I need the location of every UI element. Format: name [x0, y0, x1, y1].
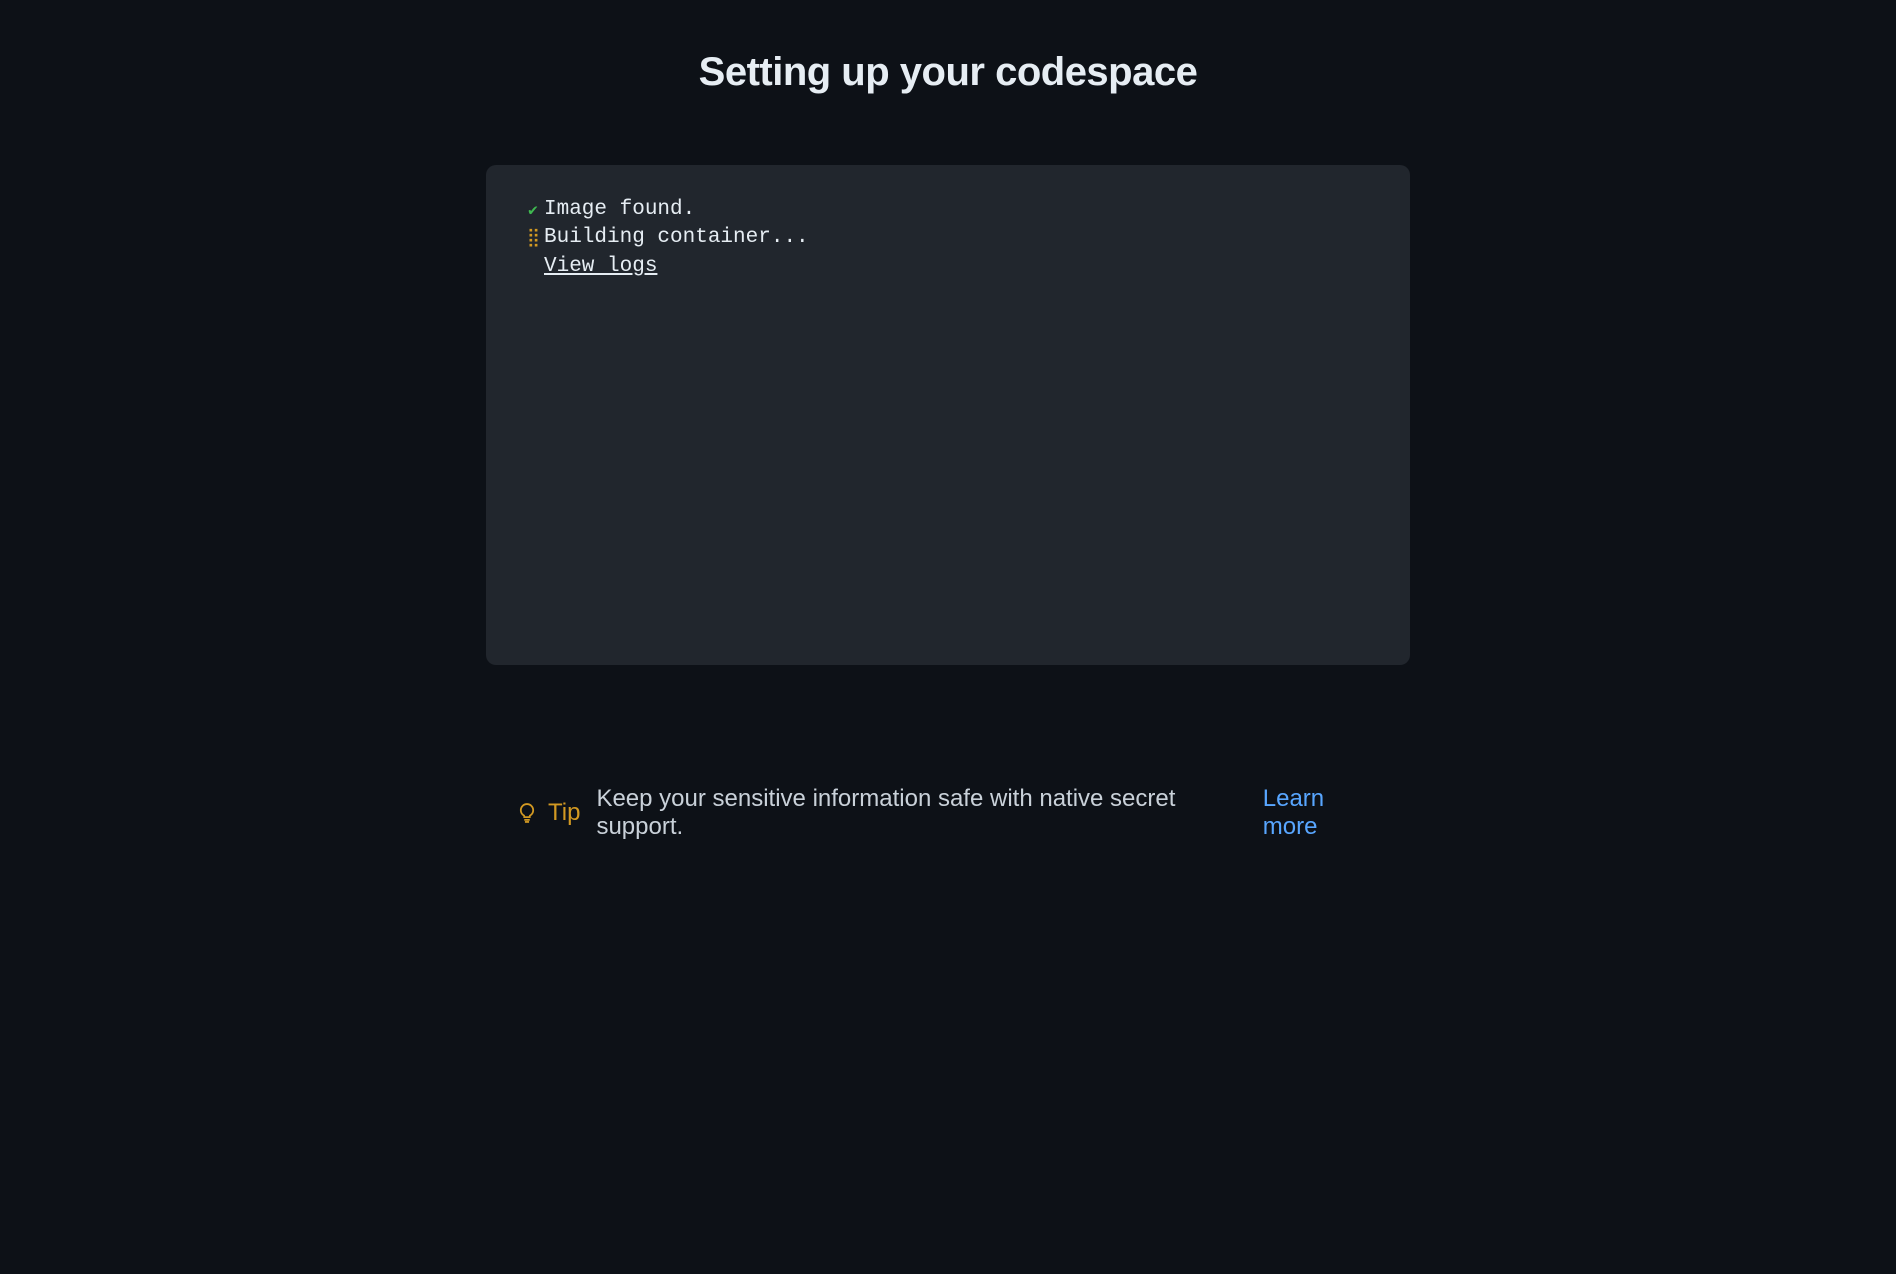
- log-row-image-found: ✔ Image found.: [522, 197, 1374, 223]
- lightbulb-icon: [516, 802, 538, 824]
- log-text: Image found.: [544, 197, 695, 223]
- log-row-view-logs: View logs: [522, 254, 1374, 280]
- tip-label: Tip: [548, 799, 580, 827]
- setup-log-terminal: ✔ Image found. ⣿ Building container... V…: [486, 165, 1410, 665]
- page-title: Setting up your codespace: [0, 50, 1896, 95]
- checkmark-icon: ✔: [522, 201, 544, 221]
- tip-text: Keep your sensitive information safe wit…: [596, 785, 1238, 841]
- tip-bar: Tip Keep your sensitive information safe…: [486, 785, 1410, 841]
- log-text: Building container...: [544, 225, 809, 251]
- spinner-icon: ⣿: [522, 227, 544, 250]
- view-logs-link[interactable]: View logs: [544, 254, 657, 280]
- log-row-building-container: ⣿ Building container...: [522, 225, 1374, 251]
- learn-more-link[interactable]: Learn more: [1263, 785, 1380, 841]
